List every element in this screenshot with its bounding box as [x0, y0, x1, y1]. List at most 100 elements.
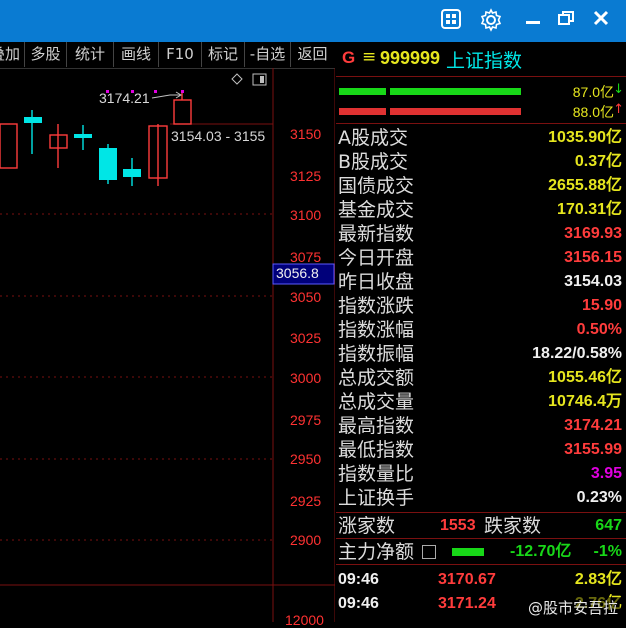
watchlist-button[interactable]: -自选	[245, 42, 291, 67]
stat-row: 指数振幅 18.22/0.58%	[336, 342, 626, 366]
stat-value: 10746.4万	[548, 393, 622, 410]
stat-row: 指数涨跌 15.90	[336, 294, 626, 318]
y-tick: 2950	[290, 451, 322, 467]
stat-label: 指数量比	[338, 463, 415, 485]
stat-value: 1035.90亿	[548, 129, 622, 146]
price-range-label: 3154.03 - 3155	[171, 128, 266, 144]
y-tick: 3125	[290, 168, 322, 184]
candle	[24, 117, 42, 123]
stat-value: 170.31亿	[557, 201, 622, 218]
stat-value: 3154.03	[564, 273, 622, 290]
candle	[74, 134, 92, 138]
overlay-button[interactable]: 叠加	[0, 42, 25, 67]
candlestick-chart[interactable]: 3174.21 3154.03 - 3155 3056.8 3150 3125 …	[0, 68, 335, 628]
quote-panel: G ≡ 999999 上证指数 87.0亿 ↓ 88.0亿 ↑ A股成交 1035…	[336, 42, 626, 622]
down-count-label: 跌家数	[484, 515, 542, 537]
stat-row: 总成交量 10746.4万	[336, 390, 626, 414]
y-tick: 2900	[290, 532, 322, 548]
sell-bar	[339, 108, 386, 115]
main-force-value: -12.70亿	[510, 543, 572, 560]
stat-row: 最低指数 3155.99	[336, 438, 626, 462]
up-arrow-icon: ↑	[613, 102, 624, 117]
stat-label: 总成交量	[338, 391, 415, 413]
minimize-icon[interactable]	[520, 8, 546, 34]
stat-label: 国债成交	[338, 175, 415, 197]
stat-value: 15.90	[581, 297, 622, 314]
stat-label: 指数涨跌	[338, 295, 415, 317]
stat-row: 昨日收盘 3154.03	[336, 270, 626, 294]
stat-label: 最低指数	[338, 439, 415, 461]
statistics-button[interactable]: 统计	[67, 42, 114, 67]
back-button[interactable]: 返回	[291, 42, 334, 67]
stat-value: 3169.93	[564, 225, 622, 242]
stat-label: A股成交	[338, 127, 408, 149]
candle	[173, 99, 192, 125]
stat-row: 今日开盘 3156.15	[336, 246, 626, 270]
stat-row: B股成交 0.37亿	[336, 150, 626, 174]
stat-value: 3156.15	[564, 249, 622, 266]
title-bar	[0, 0, 626, 42]
buy-bar	[390, 88, 521, 95]
stock-header: G ≡ 999999 上证指数	[336, 42, 626, 77]
candle	[123, 169, 141, 177]
stock-flag: G	[342, 48, 356, 67]
stat-label: B股成交	[338, 151, 409, 173]
stat-label: 最高指数	[338, 415, 415, 437]
stat-row: 指数涨幅 0.50%	[336, 318, 626, 342]
restore-icon[interactable]	[553, 8, 579, 34]
stat-label: 最新指数	[338, 223, 415, 245]
breadth-row: 涨家数 1553 跌家数 647	[336, 514, 626, 538]
stat-value: 0.50%	[576, 321, 622, 338]
y-tick: 3025	[290, 330, 322, 346]
stat-label: 今日开盘	[338, 247, 415, 269]
stat-label: 总成交额	[338, 367, 415, 389]
stat-row: 总成交额 1055.46亿	[336, 366, 626, 390]
main-force-row: 主力净额 -12.70亿 -1%	[336, 540, 626, 564]
stat-value: 3155.99	[564, 441, 622, 458]
y-tick: 2975	[290, 412, 322, 428]
current-price-marker: 3056.8	[276, 265, 319, 281]
stock-code: 999999	[380, 48, 441, 68]
y-tick: 3050	[290, 289, 322, 305]
stat-row: 基金成交 170.31亿	[336, 198, 626, 222]
candle	[0, 123, 18, 169]
y-tick: 3150	[290, 126, 322, 142]
tick-price: 3171.24	[438, 595, 496, 612]
stat-row: 指数量比 3.95	[336, 462, 626, 486]
y-tick: 3075	[290, 249, 322, 265]
draw-line-button[interactable]: 画线	[114, 42, 159, 67]
watermark: @股市安吾拉	[525, 597, 620, 618]
stat-label: 指数涨幅	[338, 319, 415, 341]
high-price-label: 3174.21	[99, 90, 150, 106]
stat-value: 1055.46亿	[548, 369, 622, 386]
candle	[99, 148, 117, 180]
stat-value: 3174.21	[564, 417, 622, 434]
main-force-pct: -1%	[593, 543, 622, 560]
close-icon[interactable]	[588, 8, 614, 34]
stat-value: 2655.88亿	[548, 177, 622, 194]
main-force-label: 主力净额	[338, 541, 415, 563]
stat-row: 国债成交 2655.88亿	[336, 174, 626, 198]
y-tick: 3100	[290, 207, 322, 223]
grid-icon[interactable]	[438, 8, 464, 34]
stat-label: 基金成交	[338, 199, 415, 221]
menu-icon[interactable]: ≡	[362, 47, 376, 67]
y-tick: 2925	[290, 493, 322, 509]
gear-icon[interactable]	[478, 8, 504, 34]
stat-value: 3.95	[590, 465, 622, 482]
f10-button[interactable]: F10	[159, 42, 202, 67]
buy-amount: 87.0亿	[572, 84, 614, 100]
stat-row: 最高指数 3174.21	[336, 414, 626, 438]
stat-value: 0.23%	[576, 489, 622, 506]
tick-volume: 2.83亿	[574, 571, 622, 588]
stock-name: 上证指数	[446, 50, 523, 72]
stat-label: 上证换手	[338, 487, 415, 509]
stat-row: A股成交 1035.90亿	[336, 126, 626, 150]
tick-time: 09:46	[338, 595, 379, 612]
list-icon[interactable]	[422, 545, 436, 559]
multi-stock-button[interactable]: 多股	[25, 42, 67, 67]
sell-amount: 88.0亿	[572, 104, 614, 120]
stat-row: 上证换手 0.23%	[336, 486, 626, 510]
mark-button[interactable]: 标记	[202, 42, 245, 67]
stat-label: 指数振幅	[338, 343, 415, 365]
